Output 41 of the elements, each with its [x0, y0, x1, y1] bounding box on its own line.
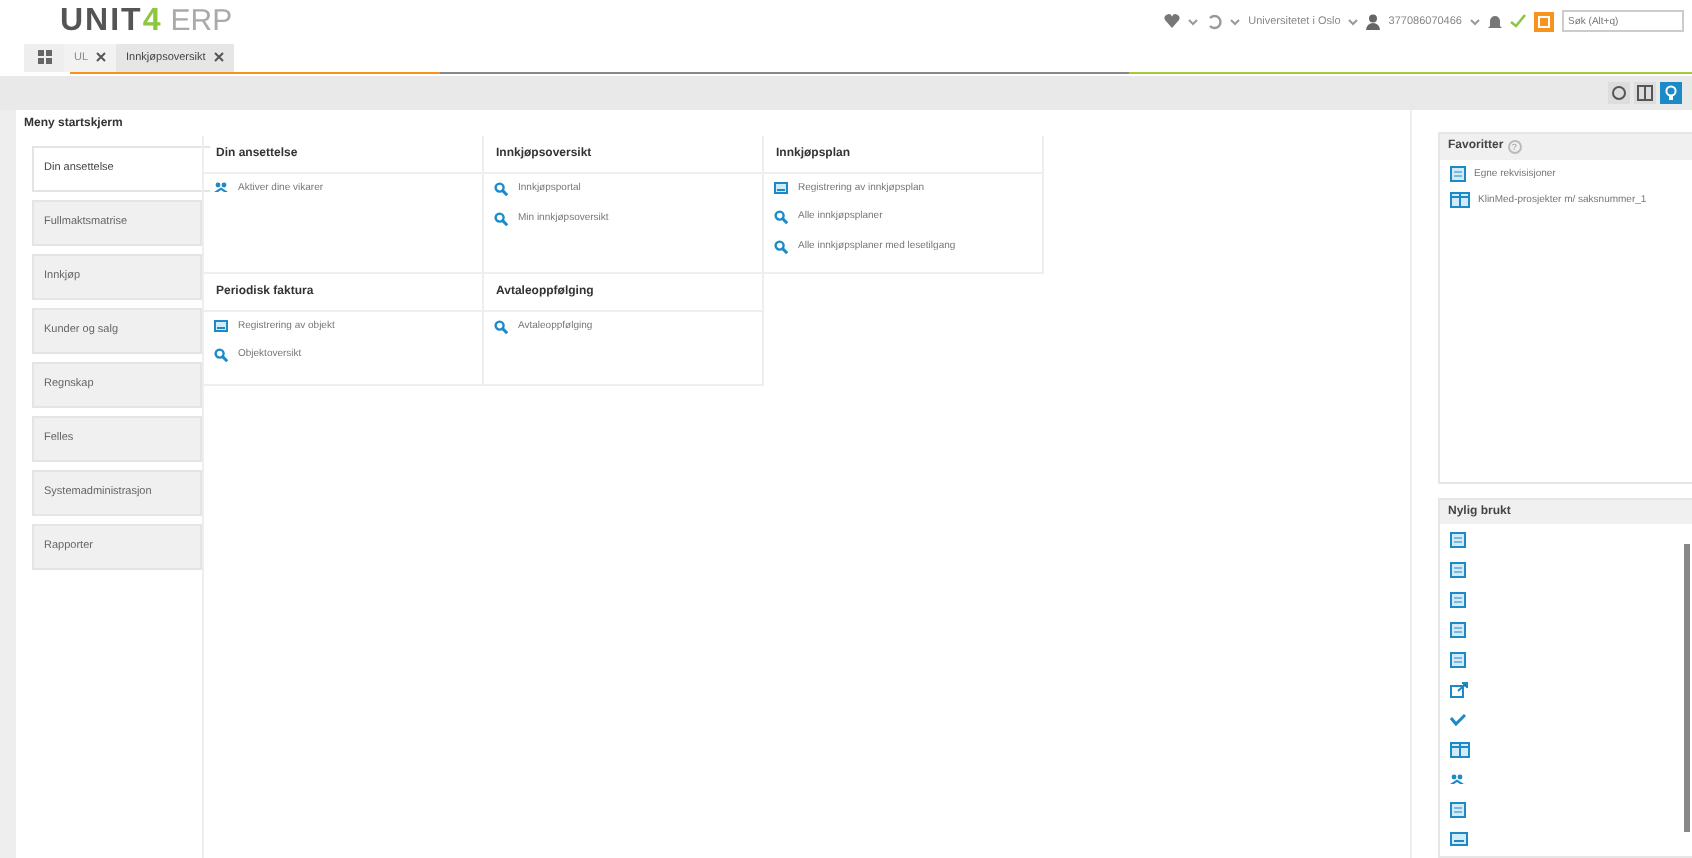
document-icon — [1450, 165, 1466, 182]
grid-icon — [37, 50, 51, 65]
caret-icon[interactable] — [1230, 17, 1241, 26]
document-icon[interactable] — [1450, 651, 1466, 668]
bell-icon[interactable] — [1488, 13, 1502, 30]
close-icon[interactable] — [96, 52, 107, 63]
check-icon[interactable] — [1510, 14, 1526, 29]
bulb-icon[interactable] — [1660, 82, 1682, 105]
history-icon[interactable] — [1206, 13, 1223, 30]
search-icon — [214, 347, 228, 362]
search-icon — [774, 209, 788, 224]
form-icon[interactable] — [1450, 832, 1468, 847]
layout-icon[interactable] — [1634, 82, 1656, 105]
logo-brand: UNIT4 — [60, 3, 163, 40]
user-icon[interactable] — [1366, 13, 1381, 30]
check-icon[interactable] — [1450, 713, 1466, 726]
logo-product: ERP — [170, 3, 233, 38]
external-link-icon[interactable] — [1450, 681, 1468, 698]
task-icon[interactable] — [1534, 11, 1554, 32]
heart-icon[interactable] — [1164, 14, 1181, 29]
document-icon[interactable] — [1450, 531, 1466, 548]
search-icon — [494, 319, 508, 334]
close-icon[interactable] — [213, 52, 224, 63]
caret-icon[interactable] — [1470, 17, 1480, 26]
form-icon — [214, 319, 228, 332]
table-icon[interactable] — [1450, 741, 1470, 758]
search-icon — [494, 211, 508, 226]
refresh-icon[interactable] — [1608, 82, 1630, 105]
document-icon[interactable] — [1450, 591, 1466, 608]
search-icon — [774, 239, 788, 254]
document-icon[interactable] — [1450, 801, 1466, 818]
form-icon — [774, 181, 788, 194]
menu-tab[interactable] — [24, 43, 64, 72]
people-icon[interactable] — [1450, 773, 1464, 786]
table-icon — [1450, 191, 1470, 208]
people-icon — [214, 181, 228, 194]
search-icon — [494, 181, 508, 196]
document-icon[interactable] — [1450, 621, 1466, 638]
document-icon[interactable] — [1450, 561, 1466, 578]
caret-icon[interactable] — [1188, 17, 1199, 26]
caret-icon[interactable] — [1348, 17, 1359, 26]
